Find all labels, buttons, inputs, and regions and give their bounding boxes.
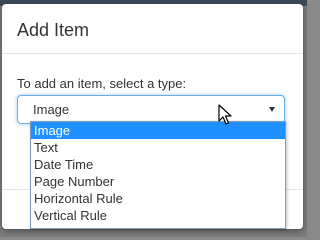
option-image[interactable]: Image	[31, 122, 285, 139]
option-text[interactable]: Text	[31, 139, 285, 156]
dialog-title: Add Item	[17, 20, 90, 40]
dialog-header: Add Item	[2, 4, 303, 54]
type-prompt-label: To add an item, select a type:	[17, 76, 187, 91]
option-horizontal-rule[interactable]: Horizontal Rule	[31, 190, 285, 207]
item-type-select-value: Image	[33, 102, 70, 117]
mouse-pointer-icon	[218, 104, 232, 125]
option-date-time[interactable]: Date Time	[31, 156, 285, 173]
item-type-options-list[interactable]: Image Text Date Time Page Number Horizon…	[30, 121, 286, 229]
chevron-down-icon	[269, 107, 275, 112]
option-vertical-rule[interactable]: Vertical Rule	[31, 207, 285, 224]
option-page-number[interactable]: Page Number	[31, 173, 285, 190]
item-type-select[interactable]: Image	[17, 95, 285, 124]
